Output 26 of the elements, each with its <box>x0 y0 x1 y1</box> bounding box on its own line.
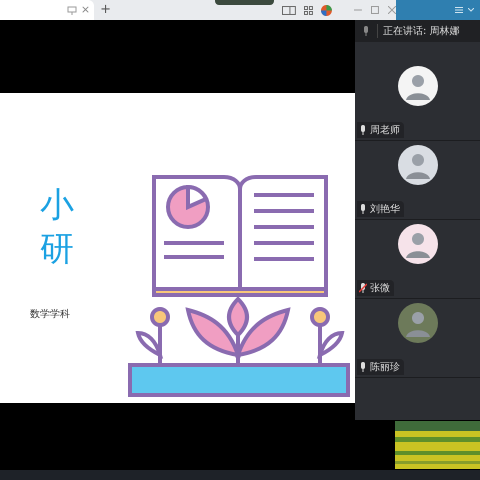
close-icon[interactable] <box>388 6 396 14</box>
participant-name: 张微 <box>370 282 390 295</box>
chevron-down-icon[interactable] <box>468 8 474 12</box>
grid-icon[interactable] <box>304 6 314 14</box>
browser-tab[interactable]: × <box>0 0 94 20</box>
participant-name: 陈丽珍 <box>370 361 400 374</box>
recording-badge <box>214 0 274 5</box>
participant-tile[interactable]: 陈丽珍 <box>355 299 480 378</box>
slide-title: 小 <box>40 184 75 227</box>
close-tab-button[interactable]: × <box>80 4 90 16</box>
participant-tile[interactable]: 周老师 <box>355 62 480 141</box>
maximize-icon[interactable] <box>370 6 379 14</box>
pin-icon[interactable] <box>66 6 77 14</box>
split-view-icon[interactable] <box>282 6 296 14</box>
participant-name: 刘艳华 <box>370 202 400 216</box>
slide-subtitle: 数学学科 <box>30 308 71 321</box>
minimize-icon[interactable] <box>354 9 362 11</box>
microphone-icon <box>363 26 369 36</box>
menu-icon[interactable] <box>455 7 463 13</box>
colorful-ball-icon[interactable] <box>321 4 332 16</box>
participant-tile[interactable]: 刘艳华 <box>355 141 480 220</box>
participant-tile[interactable]: 张微 <box>355 220 480 299</box>
participant-name: 周老师 <box>370 124 400 137</box>
new-tab-button[interactable]: + <box>100 3 111 17</box>
slide-title: 研 <box>40 228 75 271</box>
speaking-label: 正在讲话: 周林娜 <box>377 24 460 38</box>
